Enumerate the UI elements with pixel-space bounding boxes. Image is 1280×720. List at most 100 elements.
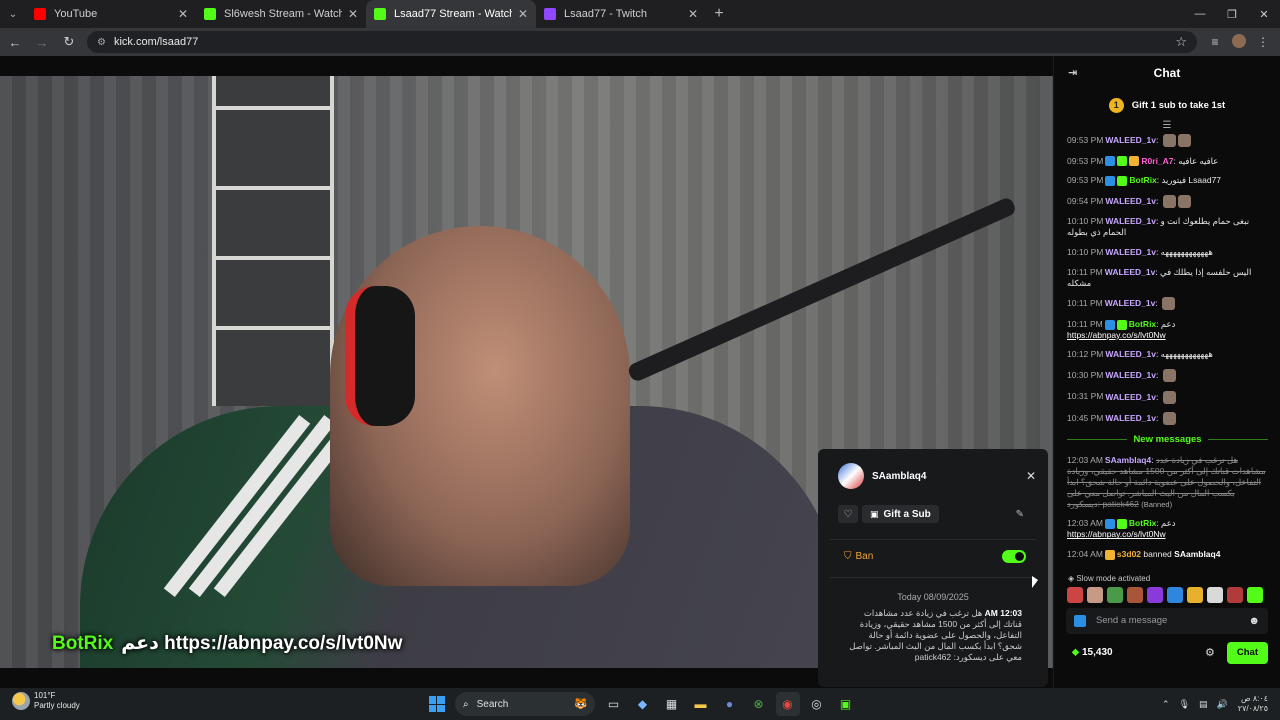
chat-message[interactable]: 10:31 PM WALEED_1v: [1067, 390, 1268, 404]
microphone-icon[interactable]: 🎙 [1179, 699, 1190, 710]
chat-message[interactable]: 10:11 PM BotRix: دعم https://abnpay.co/s/l… [1067, 319, 1268, 341]
ban-toggle[interactable] [1002, 550, 1026, 563]
collapse-chat-icon[interactable]: ⇥ [1068, 66, 1077, 79]
volume-icon[interactable]: 🔊 [1217, 699, 1228, 710]
emote-icon[interactable] [1162, 390, 1176, 404]
emote-icon[interactable] [1127, 586, 1143, 603]
chat-message[interactable]: 10:10 PM WALEED_1v: نبغى حمام يطلعوك انت … [1067, 216, 1268, 238]
emote-icon[interactable] [1162, 368, 1176, 382]
discord-icon[interactable]: ● [718, 692, 742, 716]
chat-username[interactable]: R0ri_A7 [1141, 156, 1173, 166]
chat-message[interactable]: 10:45 PM WALEED_1v: [1067, 412, 1268, 426]
chat-message[interactable]: 10:30 PM WALEED_1v: [1067, 368, 1268, 382]
tab-lsaad77-kick[interactable]: Lsaad77 Stream - Watch Live on ✕ [366, 0, 536, 28]
emote-icon[interactable] [1162, 297, 1176, 311]
chat-message[interactable]: 10:10 PM WALEED_1v: ههههههههههههه [1067, 247, 1268, 258]
emote-icon[interactable] [1162, 134, 1176, 147]
chat-username[interactable]: WALEED_1v [1105, 370, 1156, 380]
emote-icon[interactable] [1187, 586, 1203, 603]
filter-icon[interactable]: ☰ [1054, 120, 1280, 134]
chat-message[interactable]: 09:53 PM WALEED_1v: [1067, 134, 1268, 147]
chat-username[interactable]: WALEED_1v [1105, 391, 1156, 401]
tab-youtube[interactable]: YouTube ✕ [26, 0, 196, 28]
network-icon[interactable]: ▤ [1199, 699, 1208, 710]
bookmark-star-icon[interactable]: ☆ [1175, 34, 1187, 50]
chat-username[interactable]: BotRix [1129, 175, 1156, 185]
chat-message[interactable]: 12:03 AM BotRix: دعم https://abnpay.co/s/l… [1067, 518, 1268, 540]
file-explorer-icon[interactable]: ▬ [689, 692, 713, 716]
chat-message[interactable]: 09:53 PM R0ri_A7: عافيه عافيه [1067, 156, 1268, 167]
message-link[interactable]: https://abnpay.co/s/lvt0Nw [1067, 330, 1166, 340]
gift-sub-button[interactable]: ▣ Gift a Sub [862, 505, 939, 523]
send-message-input[interactable]: Send a message ☻ [1066, 607, 1268, 634]
emote-icon[interactable] [1107, 586, 1123, 603]
user-card-username[interactable]: SAamblaq4 [872, 471, 926, 482]
emote-icon[interactable] [1227, 586, 1243, 603]
emoji-icon[interactable]: ☻ [1248, 615, 1260, 627]
emote-icon[interactable] [1162, 194, 1176, 208]
maximize-icon[interactable]: ❐ [1216, 0, 1248, 28]
media-controls-icon[interactable]: ≡ [1203, 35, 1227, 49]
chat-message[interactable]: 10:11 PM WALEED_1v: [1067, 297, 1268, 311]
moderator-username[interactable]: s3d02 [1117, 549, 1141, 559]
forward-arrow-icon[interactable]: → [30, 30, 54, 54]
close-tab-icon[interactable]: ✕ [178, 7, 188, 21]
site-info-icon[interactable]: ⚙ [97, 37, 106, 48]
clock[interactable]: ٨:٠٤ ص ٢٧/٠٨/٢٥ [1238, 694, 1268, 714]
chat-username[interactable]: WALEED_1v [1105, 298, 1156, 308]
close-tab-icon[interactable]: ✕ [348, 7, 358, 21]
reload-icon[interactable]: ↻ [57, 30, 81, 54]
emote-icon[interactable] [1177, 194, 1191, 208]
chat-message[interactable]: 10:11 PM WALEED_1v: الیس حلفسه إذا يطلك ف… [1067, 267, 1268, 289]
taskbar-search[interactable]: ⌕ Search 🐯 [455, 692, 595, 716]
close-window-icon[interactable]: ✕ [1248, 0, 1280, 28]
chat-username[interactable]: WALEED_1v [1105, 349, 1156, 359]
close-tab-icon[interactable]: ✕ [518, 7, 528, 21]
weather-widget[interactable]: 101°F Partly cloudy [12, 691, 80, 711]
chevron-up-icon[interactable]: ⌃ [1162, 699, 1170, 710]
chat-username[interactable]: WALEED_1v [1105, 135, 1156, 145]
chat-message[interactable]: 12:03 AM SAamblaq4: هل ترغب في زيادة عدد … [1067, 455, 1268, 510]
tab-search-chevron-icon[interactable]: ⌄ [0, 0, 26, 28]
copilot-icon[interactable]: ◆ [631, 692, 655, 716]
chat-send-button[interactable]: Chat [1226, 641, 1268, 664]
emote-icon[interactable] [1177, 134, 1191, 147]
chat-username[interactable]: BotRix [1129, 319, 1156, 329]
emote-icon[interactable] [1167, 586, 1183, 603]
store-icon[interactable]: ▦ [660, 692, 684, 716]
xbox-icon[interactable]: ⊗ [747, 692, 771, 716]
new-tab-icon[interactable]: + [706, 5, 732, 23]
chat-username[interactable]: WALEED_1v [1105, 196, 1156, 206]
obs-icon[interactable]: ◎ [805, 692, 829, 716]
follow-heart-icon[interactable]: ♡ [838, 505, 858, 523]
chat-username[interactable]: WALEED_1v [1105, 267, 1156, 277]
tab-lsaad77-twitch[interactable]: Lsaad77 - Twitch ✕ [536, 0, 706, 28]
windows-start-icon[interactable] [425, 692, 449, 716]
chat-username[interactable]: SAamblaq4 [1105, 455, 1151, 465]
emote-icon[interactable] [1162, 412, 1176, 426]
tab-sl6wesh[interactable]: Sl6wesh Stream - Watch Live on ✕ [196, 0, 366, 28]
emote-icon[interactable] [1207, 586, 1223, 603]
channel-points[interactable]: ⬥ 15,430 [1072, 647, 1113, 658]
message-link[interactable]: https://abnpay.co/s/lvt0Nw [1067, 529, 1166, 539]
kebab-menu-icon[interactable]: ⋮ [1251, 35, 1275, 49]
chat-message[interactable]: 10:12 PM WALEED_1v: ههههههههههههه [1067, 349, 1268, 360]
gift-leaderboard-banner[interactable]: 1 Gift 1 sub to take 1st [1054, 90, 1280, 120]
close-icon[interactable]: ✕ [1026, 469, 1036, 483]
emote-icon[interactable] [1067, 586, 1083, 603]
chrome-icon[interactable]: ◉ [775, 692, 800, 716]
banned-username[interactable]: SAamblaq4 [1174, 549, 1220, 559]
pin-icon[interactable]: ✎ [1016, 509, 1024, 520]
emote-icon[interactable] [1087, 586, 1103, 603]
emote-icon[interactable] [1247, 586, 1263, 603]
profile-avatar[interactable] [1227, 33, 1251, 51]
minimize-icon[interactable]: — [1184, 0, 1216, 28]
chat-message[interactable]: 12:04 AM s3d02 banned SAamblaq4 [1067, 549, 1268, 560]
close-tab-icon[interactable]: ✕ [688, 7, 698, 21]
chat-message[interactable]: 09:54 PM WALEED_1v: [1067, 194, 1268, 208]
chat-message[interactable]: 09:53 PM BotRix: فيتوريد Lsaad77 [1067, 175, 1268, 186]
chat-username[interactable]: WALEED_1v [1105, 413, 1156, 423]
task-view-icon[interactable]: ▭ [602, 692, 626, 716]
chat-username[interactable]: WALEED_1v [1105, 216, 1156, 226]
address-bar[interactable]: ⚙ kick.com/lsaad77 ☆ [87, 31, 1197, 53]
